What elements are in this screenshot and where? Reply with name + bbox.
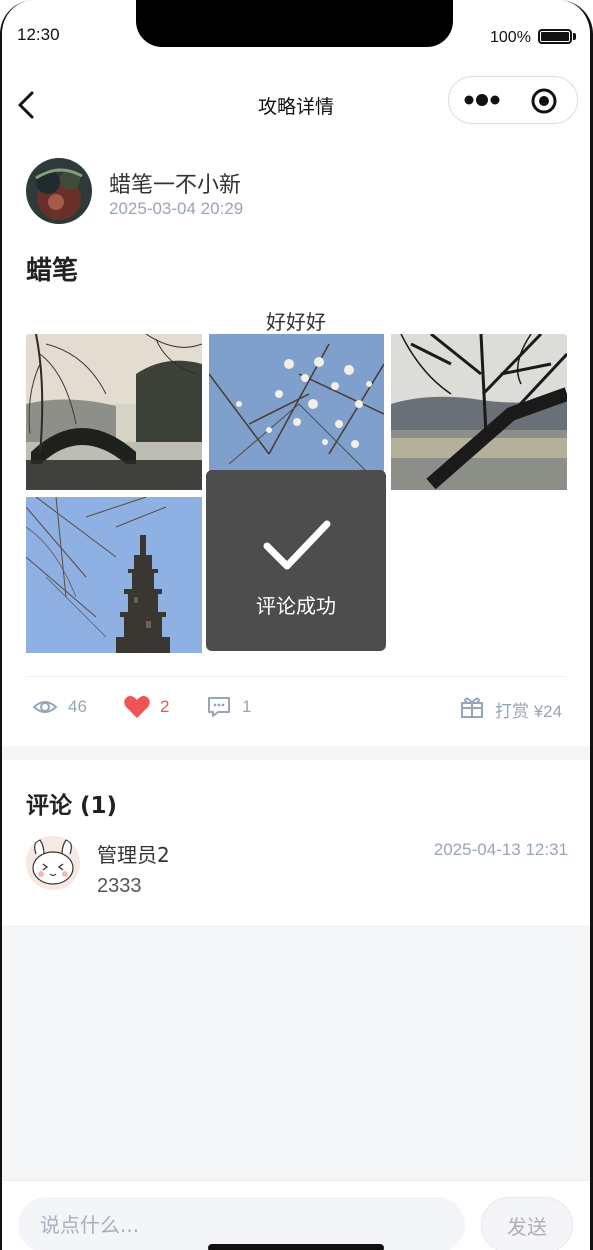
comment-bar: 发送 [2,1180,590,1250]
reward-button[interactable]: 打赏 ¥24 [495,697,562,722]
views-count: 46 [68,697,87,716]
more-icon[interactable] [463,90,503,110]
gift-icon[interactable] [459,694,485,720]
post-card: 蜡笔一不小新 2025-03-04 20:29 蜡笔 好好好 46 2 1 打赏… [2,140,590,746]
nav-bar: 攻略详情 [2,70,590,140]
notch [136,0,453,47]
phone-screen: 12:30 100% 攻略详情 蜡笔一不小新 2025-03-04 20:29 … [0,0,593,1250]
comment-time: 2025-04-13 12:31 [433,840,568,859]
toast-popup: 评论成功 [206,470,386,651]
lake-branches-photo[interactable] [391,334,567,490]
battery-icon [538,29,572,44]
comments-section: 评论 (1) 管理员2 2025-04-13 12:31 2333 [2,760,590,925]
close-miniprogram-icon[interactable] [531,88,557,114]
post-date: 2025-03-04 20:29 [109,199,244,218]
magnolia-photo[interactable] [209,334,384,490]
post-stats: 46 2 1 打赏 ¥24 [2,688,590,728]
author-name[interactable]: 蜡笔一不小新 [109,167,241,199]
toast-message: 评论成功 [256,594,336,618]
capsule-menu [448,76,578,124]
likes-count: 2 [160,697,170,716]
eye-icon [32,701,58,713]
battery-cap [573,33,576,40]
heart-icon[interactable] [123,694,151,720]
bridge-photo[interactable] [26,334,202,490]
author-avatar[interactable] [26,158,92,224]
comments-count: 1 [242,697,252,716]
pagoda-photo[interactable] [26,497,202,653]
divider [26,676,566,677]
comments-title: 评论 (1) [26,793,118,819]
check-icon [263,520,331,570]
battery-percent: 100% [490,29,531,46]
post-text: 好好好 [266,310,326,334]
status-time: 12:30 [17,25,60,44]
comment-text: 2333 [97,875,142,897]
comment-input[interactable] [18,1197,465,1250]
send-button[interactable]: 发送 [481,1197,573,1250]
comment-icon[interactable] [206,694,232,720]
status-bar: 12:30 100% [2,0,590,70]
commenter-name[interactable]: 管理员2 [97,839,170,868]
commenter-avatar[interactable] [26,836,80,890]
home-indicator [208,1244,384,1250]
post-title: 蜡笔 [26,256,79,286]
